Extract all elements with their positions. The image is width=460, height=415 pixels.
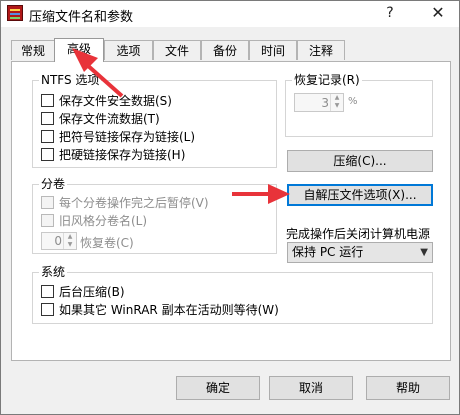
percent-unit: % xyxy=(348,96,358,107)
recovery-percent-spinner[interactable]: 3 ▲ ▼ xyxy=(294,93,344,112)
wait-other-copies-checkbox[interactable]: 如果其它 WinRAR 副本在活动则等待(W) xyxy=(41,302,279,318)
tab-bar: 常规 高级 选项 文件 备份 时间 注释 xyxy=(11,38,451,62)
dialog-window: 压缩文件名和参数 ? ✕ 常规 高级 选项 文件 备份 时间 注释 NTFS 选… xyxy=(0,0,460,415)
checkbox-box[interactable] xyxy=(41,94,54,107)
save-streams-label: 保存文件流数据(T) xyxy=(59,112,160,126)
wait-other-copies-label: 如果其它 WinRAR 副本在活动则等待(W) xyxy=(59,303,279,317)
winrar-app-icon xyxy=(7,5,23,21)
compress-options-button[interactable]: 压缩(C)... xyxy=(287,150,433,172)
after-done-selected: 保持 PC 运行 xyxy=(292,245,364,259)
recovery-volumes-label: 恢复卷(C) xyxy=(80,236,134,250)
spinner-arrows[interactable]: ▲ ▼ xyxy=(63,233,76,249)
checkbox-box[interactable] xyxy=(41,112,54,125)
tab-advanced[interactable]: 高级 xyxy=(54,38,104,62)
ntfs-options-title: NTFS 选项 xyxy=(39,73,102,87)
hardlinks-checkbox[interactable]: 把硬链接保存为链接(H) xyxy=(41,147,185,163)
symlinks-checkbox[interactable]: 把符号链接保存为链接(L) xyxy=(41,129,195,145)
close-icon[interactable]: ✕ xyxy=(427,3,449,23)
pause-after-volume-checkbox[interactable]: 每个分卷操作完之后暂停(V) xyxy=(41,195,209,211)
save-security-checkbox[interactable]: 保存文件安全数据(S) xyxy=(41,93,172,109)
recovery-record-title: 恢复记录(R) xyxy=(292,73,362,87)
recovery-record-group: 恢复记录(R) 3 ▲ ▼ % xyxy=(285,73,433,137)
volumes-group: 分卷 每个分卷操作完之后暂停(V) 旧风格分卷名(L) 0 ▲ ▼ 恢复卷(C) xyxy=(32,177,277,254)
tab-backup[interactable]: 备份 xyxy=(201,40,249,60)
ntfs-options-group: NTFS 选项 保存文件安全数据(S) 保存文件流数据(T) 把符号链接保存为链… xyxy=(32,73,277,168)
recovery-volumes-spinner[interactable]: 0 ▲ ▼ xyxy=(41,232,77,250)
ok-button[interactable]: 确定 xyxy=(176,376,260,400)
volumes-title: 分卷 xyxy=(39,177,68,191)
up-arrow-icon[interactable]: ▲ xyxy=(331,94,343,102)
cancel-button[interactable]: 取消 xyxy=(269,376,353,400)
checkbox-box[interactable] xyxy=(41,148,54,161)
background-compress-checkbox[interactable]: 后台压缩(B) xyxy=(41,284,125,300)
recovery-volumes-value: 0 xyxy=(54,234,62,248)
hardlinks-label: 把硬链接保存为链接(H) xyxy=(59,148,186,162)
after-done-select[interactable]: 保持 PC 运行 ▼ xyxy=(287,242,433,263)
chevron-down-icon[interactable]: ▼ xyxy=(420,243,428,262)
old-style-names-label: 旧风格分卷名(L) xyxy=(59,214,148,228)
recovery-percent-value: 3 xyxy=(321,96,329,110)
symlinks-label: 把符号链接保存为链接(L) xyxy=(59,130,196,144)
old-style-names-checkbox[interactable]: 旧风格分卷名(L) xyxy=(41,213,147,229)
sfx-options-button[interactable]: 自解压文件选项(X)... xyxy=(287,184,433,206)
title-bar: 压缩文件名和参数 ? ✕ xyxy=(1,1,459,27)
system-group: 系统 后台压缩(B) 如果其它 WinRAR 副本在活动则等待(W) xyxy=(32,265,433,324)
tab-panel-advanced: NTFS 选项 保存文件安全数据(S) 保存文件流数据(T) 把符号链接保存为链… xyxy=(11,61,451,361)
checkbox-box[interactable] xyxy=(41,303,54,316)
down-arrow-icon[interactable]: ▼ xyxy=(331,102,343,110)
checkbox-box[interactable] xyxy=(41,214,54,227)
tab-time[interactable]: 时间 xyxy=(249,40,297,60)
spinner-arrows[interactable]: ▲ ▼ xyxy=(330,94,343,111)
checkbox-box[interactable] xyxy=(41,196,54,209)
background-compress-label: 后台压缩(B) xyxy=(59,285,125,299)
window-title: 压缩文件名和参数 xyxy=(29,10,134,25)
up-arrow-icon[interactable]: ▲ xyxy=(64,233,76,241)
down-arrow-icon[interactable]: ▼ xyxy=(64,241,76,249)
tab-comment[interactable]: 注释 xyxy=(297,40,345,60)
after-done-label: 完成操作后关闭计算机电源 xyxy=(286,227,431,241)
checkbox-box[interactable] xyxy=(41,130,54,143)
pause-after-volume-label: 每个分卷操作完之后暂停(V) xyxy=(59,196,209,210)
tab-options[interactable]: 选项 xyxy=(104,40,153,60)
checkbox-box[interactable] xyxy=(41,285,54,298)
tab-general[interactable]: 常规 xyxy=(11,40,55,60)
help-button[interactable]: 帮助 xyxy=(366,376,450,400)
help-icon[interactable]: ? xyxy=(379,3,401,23)
save-streams-checkbox[interactable]: 保存文件流数据(T) xyxy=(41,111,160,127)
save-security-label: 保存文件安全数据(S) xyxy=(59,94,172,108)
system-title: 系统 xyxy=(39,265,68,279)
tab-files[interactable]: 文件 xyxy=(153,40,201,60)
